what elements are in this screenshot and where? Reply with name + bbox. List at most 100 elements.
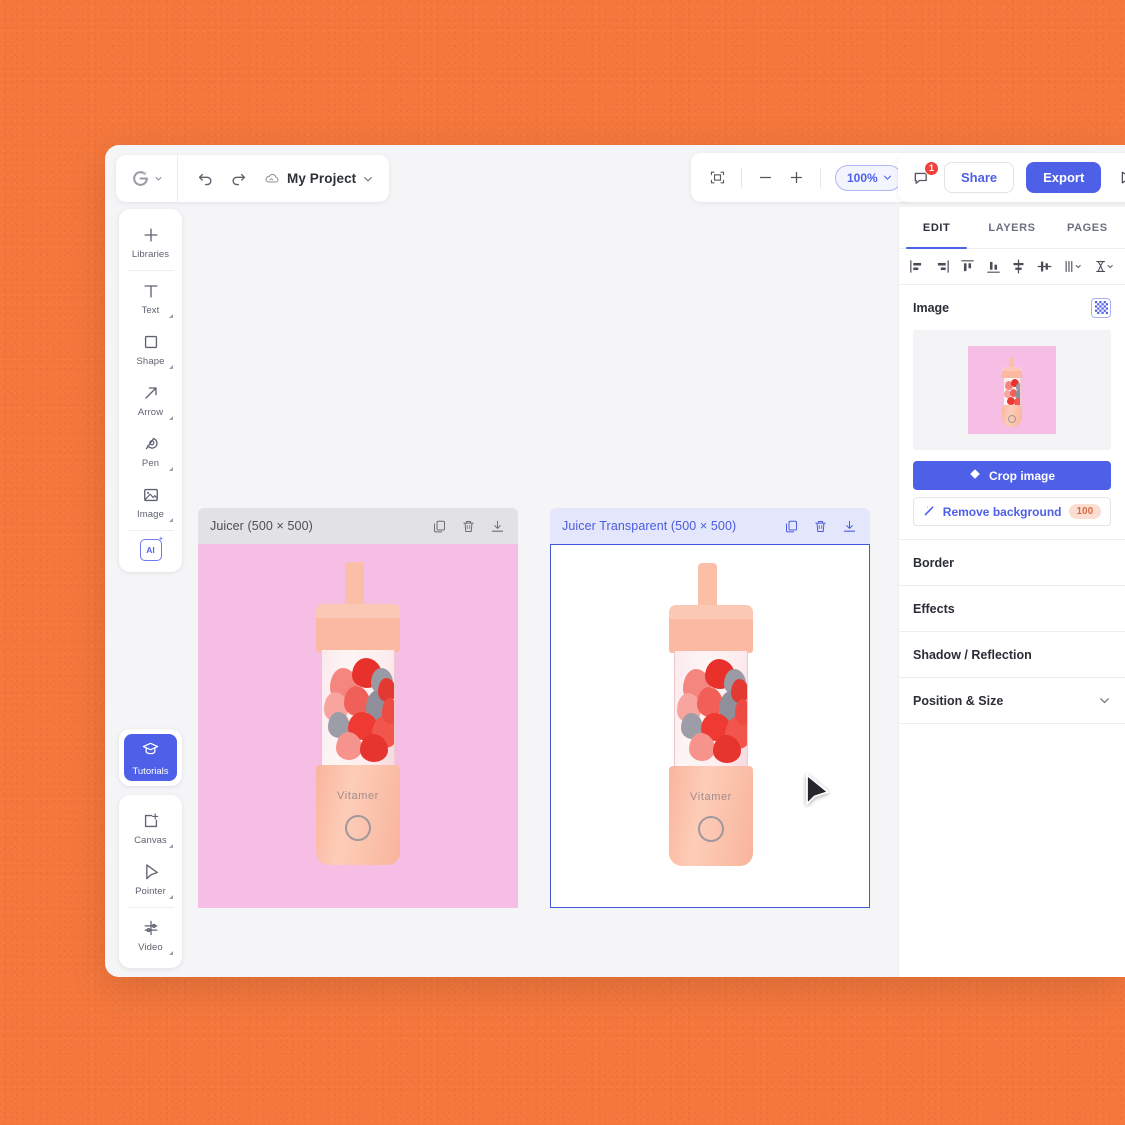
g-logo-icon bbox=[132, 171, 148, 186]
ai-tool-button[interactable]: AI bbox=[139, 539, 162, 561]
tool-label: Tutorials bbox=[132, 765, 169, 777]
section-border-header[interactable]: Border bbox=[913, 540, 1111, 585]
crop-image-label: Crop image bbox=[988, 468, 1055, 483]
magic-wand-icon bbox=[923, 504, 936, 520]
artboard-juicer-transparent[interactable]: Juicer Transparent (500 × 500) Vitamer bbox=[550, 508, 870, 908]
align-horizontal-center-icon[interactable] bbox=[1035, 256, 1054, 277]
juicer-cap bbox=[669, 605, 753, 653]
artboard-canvas[interactable]: Vitamer bbox=[198, 544, 518, 908]
tool-image[interactable]: Image bbox=[119, 475, 182, 526]
section-title: Image bbox=[913, 300, 950, 315]
arrow-icon bbox=[141, 382, 161, 404]
distribute-horizontal-icon[interactable] bbox=[1060, 256, 1085, 277]
section-effects-header[interactable]: Effects bbox=[913, 586, 1111, 631]
tab-pages[interactable]: PAGES bbox=[1050, 207, 1125, 248]
align-left-icon[interactable] bbox=[907, 256, 926, 277]
duplicate-icon[interactable] bbox=[784, 519, 799, 534]
section-position-size-header[interactable]: Position & Size bbox=[913, 678, 1111, 723]
fit-to-screen-button[interactable] bbox=[703, 163, 732, 192]
project-selector[interactable]: My Project bbox=[264, 171, 389, 187]
fruit-piece bbox=[336, 732, 362, 760]
redo-button[interactable] bbox=[229, 169, 248, 188]
delete-icon[interactable] bbox=[813, 519, 828, 534]
tool-libraries[interactable]: Libraries bbox=[119, 215, 182, 266]
pen-icon bbox=[141, 433, 161, 455]
section-title: Position & Size bbox=[913, 693, 1004, 708]
section-title: Effects bbox=[913, 601, 955, 616]
expand-corner-icon[interactable] bbox=[169, 365, 173, 369]
tool-pointer[interactable]: Pointer bbox=[119, 852, 182, 903]
distribute-vertical-icon[interactable] bbox=[1092, 256, 1117, 277]
tool-label: Video bbox=[138, 942, 163, 953]
crop-image-button[interactable]: Crop image bbox=[913, 461, 1111, 490]
artboard-canvas[interactable]: Vitamer bbox=[550, 544, 870, 908]
canvas-area[interactable]: Juicer (500 × 500) Vitamer Juicer Transp… bbox=[105, 207, 898, 977]
text-icon bbox=[141, 280, 161, 302]
expand-corner-icon[interactable] bbox=[169, 951, 173, 955]
comments-button[interactable]: 1 bbox=[912, 160, 939, 188]
export-button[interactable]: Export bbox=[1026, 162, 1102, 193]
brand-menu-button[interactable] bbox=[116, 155, 178, 202]
artboard-juicer[interactable]: Juicer (500 × 500) Vitamer bbox=[198, 508, 518, 908]
download-icon[interactable] bbox=[842, 519, 857, 534]
expand-corner-icon[interactable] bbox=[169, 467, 173, 471]
section-shadow-reflection-header[interactable]: Shadow / Reflection bbox=[913, 632, 1111, 677]
tool-canvas[interactable]: Canvas bbox=[119, 801, 182, 852]
comment-count-badge: 1 bbox=[924, 160, 939, 176]
canvas-icon bbox=[141, 810, 161, 832]
tab-layers[interactable]: LAYERS bbox=[974, 207, 1049, 248]
present-button[interactable] bbox=[1113, 167, 1125, 188]
crop-diamond-icon bbox=[969, 468, 981, 483]
artboard-header[interactable]: Juicer (500 × 500) bbox=[198, 508, 518, 544]
expand-corner-icon[interactable] bbox=[169, 314, 173, 318]
align-vertical-center-icon[interactable] bbox=[1009, 256, 1028, 277]
section-image-header[interactable]: Image bbox=[913, 285, 1111, 330]
fruit-piece bbox=[689, 733, 715, 761]
align-top-icon[interactable] bbox=[958, 256, 977, 277]
section-shadow-reflection: Shadow / Reflection bbox=[899, 632, 1125, 678]
tool-label: Pen bbox=[141, 458, 160, 469]
checkerboard-icon[interactable] bbox=[1091, 297, 1111, 318]
tool-label: Pointer bbox=[135, 886, 166, 897]
tab-edit[interactable]: EDIT bbox=[899, 207, 974, 249]
tool-video[interactable]: Video bbox=[119, 908, 182, 959]
juicer-brand-label: Vitamer bbox=[337, 790, 379, 802]
duplicate-icon[interactable] bbox=[432, 519, 447, 534]
tool-arrow[interactable]: Arrow bbox=[119, 373, 182, 424]
image-icon bbox=[141, 484, 161, 506]
graduation-cap-icon bbox=[141, 739, 160, 763]
tool-tutorials[interactable]: Tutorials bbox=[124, 734, 177, 781]
section-title: Shadow / Reflection bbox=[913, 647, 1032, 662]
delete-icon[interactable] bbox=[461, 519, 476, 534]
align-bottom-icon[interactable] bbox=[984, 256, 1003, 277]
expand-corner-icon[interactable] bbox=[169, 416, 173, 420]
fruit-piece bbox=[382, 698, 394, 724]
expand-corner-icon[interactable] bbox=[169, 844, 173, 848]
tool-text[interactable]: Text bbox=[119, 271, 182, 322]
mouse-cursor bbox=[804, 773, 832, 814]
zoom-in-button[interactable] bbox=[782, 163, 811, 192]
undo-button[interactable] bbox=[196, 169, 215, 188]
chevron-down-icon[interactable] bbox=[1098, 694, 1111, 707]
image-preview[interactable] bbox=[913, 330, 1111, 450]
artboard-header[interactable]: Juicer Transparent (500 × 500) bbox=[550, 508, 870, 544]
align-right-icon[interactable] bbox=[933, 256, 952, 277]
zoom-out-button[interactable] bbox=[751, 163, 780, 192]
remove-background-button[interactable]: Remove background 100 bbox=[913, 497, 1111, 526]
download-icon[interactable] bbox=[490, 519, 505, 534]
left-toolbar-tutorials: Tutorials bbox=[119, 729, 182, 786]
tool-pen[interactable]: Pen bbox=[119, 424, 182, 475]
expand-corner-icon[interactable] bbox=[169, 895, 173, 899]
expand-corner-icon[interactable] bbox=[169, 518, 173, 522]
share-button[interactable]: Share bbox=[944, 162, 1015, 193]
juicer-base bbox=[1002, 405, 1022, 427]
image-thumbnail bbox=[968, 346, 1056, 434]
app-window: My Project 100% 1 Share Export Juicer (5… bbox=[105, 145, 1125, 977]
zoom-level-selector[interactable]: 100% bbox=[835, 164, 902, 191]
remove-background-credits: 100 bbox=[1068, 504, 1102, 519]
chevron-down-icon bbox=[883, 175, 891, 180]
tool-shape[interactable]: Shape bbox=[119, 322, 182, 373]
toolbar-right-group: 1 Share Export bbox=[898, 153, 1125, 202]
minus-icon bbox=[759, 176, 772, 179]
juicer-base: Vitamer bbox=[669, 766, 753, 866]
